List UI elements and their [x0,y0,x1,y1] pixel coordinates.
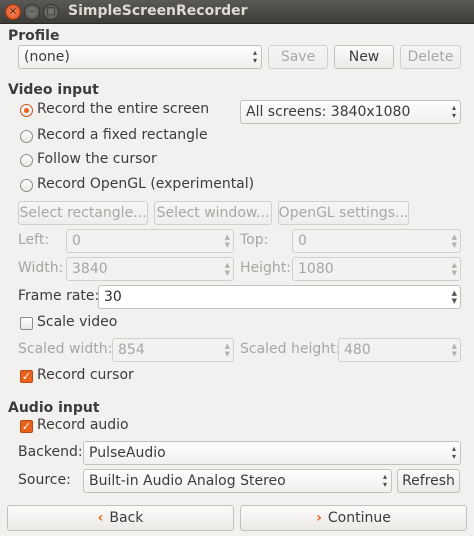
checkmark-icon: ✓ [21,370,32,383]
maximize-icon: □ [46,6,56,17]
left-label: Left: [18,232,50,248]
back-button[interactable]: ‹ Back [7,505,234,531]
height-value: 1080 [298,261,334,277]
spin-arrows-icon: ▲ ▼ [224,261,230,277]
record-audio-checkbox[interactable]: ✓ [20,420,33,433]
profile-select[interactable]: (none) ▴ ▾ [18,45,262,69]
continue-button-label: Continue [327,510,391,526]
width-value: 3840 [72,261,108,277]
record-cursor-label: Record cursor [37,367,134,383]
frame-rate-value: 30 [104,289,122,305]
opengl-settings-button[interactable]: OpenGL settings... [278,201,409,225]
close-window-button[interactable]: × [5,4,21,20]
radio-record-opengl[interactable] [20,179,33,192]
profile-select-value: (none) [24,49,70,65]
scaled-width-spinbox[interactable]: 854 ▲ ▼ [112,338,234,362]
window-title: SimpleScreenRecorder [68,3,248,19]
source-label: Source: [18,472,71,488]
backend-label: Backend: [18,444,83,460]
left-value: 0 [72,233,81,249]
combo-arrows-icon: ▴ ▾ [252,48,257,65]
scale-video-label: Scale video [37,314,118,330]
combo-arrows-icon: ▴ ▾ [382,472,387,489]
top-spinbox[interactable]: 0 ▲ ▼ [292,229,461,253]
source-select-value: Built-in Audio Analog Stereo [89,473,286,489]
checkmark-icon: ✓ [21,420,32,433]
backend-select-value: PulseAudio [89,445,166,461]
scaled-height-value: 480 [344,342,371,358]
scaled-width-label: Scaled width: [18,341,113,357]
chevron-left-icon: ‹ [97,510,104,526]
delete-profile-button[interactable]: Delete [400,45,461,69]
top-value: 0 [298,233,307,249]
select-window-button[interactable]: Select window... [154,201,272,225]
select-rectangle-button[interactable]: Select rectangle... [18,201,148,225]
spin-arrows-icon: ▲ ▼ [224,342,230,358]
scaled-height-spinbox[interactable]: 480 ▲ ▼ [338,338,461,362]
spin-arrows-icon: ▲ ▼ [451,342,457,358]
back-button-label: Back [109,510,144,526]
width-spinbox[interactable]: 3840 ▲ ▼ [66,257,234,281]
scale-video-checkbox[interactable] [20,317,33,330]
radio-record-opengl-label: Record OpenGL (experimental) [37,176,255,192]
continue-button[interactable]: › Continue [240,505,467,531]
radio-fixed-rectangle[interactable] [20,130,33,143]
scaled-width-value: 854 [118,342,145,358]
close-icon: × [8,6,18,17]
minimize-window-button[interactable]: – [24,4,40,20]
save-profile-button[interactable]: Save [268,45,328,69]
frame-rate-label: Frame rate: [18,288,100,304]
minimize-icon: – [29,6,35,17]
spin-arrows-icon: ▲ ▼ [451,233,457,249]
window-titlebar[interactable]: × – □ SimpleScreenRecorder [0,0,474,24]
radio-follow-cursor-label: Follow the cursor [37,151,157,167]
spin-arrows-icon: ▲ ▼ [224,233,230,249]
combo-arrows-icon: ▴ ▾ [451,103,456,120]
backend-select[interactable]: PulseAudio ▴ ▾ [83,441,461,465]
combo-arrows-icon: ▴ ▾ [451,444,456,461]
new-profile-button[interactable]: New [334,45,394,69]
height-spinbox[interactable]: 1080 ▲ ▼ [292,257,461,281]
record-audio-label: Record audio [37,417,129,433]
profile-heading: Profile [8,28,60,44]
radio-follow-cursor[interactable] [20,154,33,167]
frame-rate-spinbox[interactable]: 30 ▲ ▼ [98,285,461,309]
audio-input-heading: Audio input [8,400,100,416]
source-select[interactable]: Built-in Audio Analog Stereo ▴ ▾ [83,469,392,493]
record-cursor-checkbox[interactable]: ✓ [20,370,33,383]
top-label: Top: [240,232,269,248]
radio-entire-screen[interactable] [20,104,33,117]
spin-arrows-icon: ▲ ▼ [451,289,457,305]
maximize-window-button[interactable]: □ [43,4,59,20]
radio-entire-screen-label: Record the entire screen [37,101,210,117]
screens-select[interactable]: All screens: 3840x1080 ▴ ▾ [240,100,461,124]
radio-fixed-rectangle-label: Record a fixed rectangle [37,127,208,143]
chevron-right-icon: › [316,510,322,526]
left-spinbox[interactable]: 0 ▲ ▼ [66,229,234,253]
width-label: Width: [18,260,64,276]
spin-arrows-icon: ▲ ▼ [451,261,457,277]
refresh-button[interactable]: Refresh [397,469,460,493]
video-input-heading: Video input [8,82,99,98]
scaled-height-label: Scaled height: [240,341,341,357]
height-label: Height: [240,260,291,276]
screens-select-value: All screens: 3840x1080 [246,104,411,120]
